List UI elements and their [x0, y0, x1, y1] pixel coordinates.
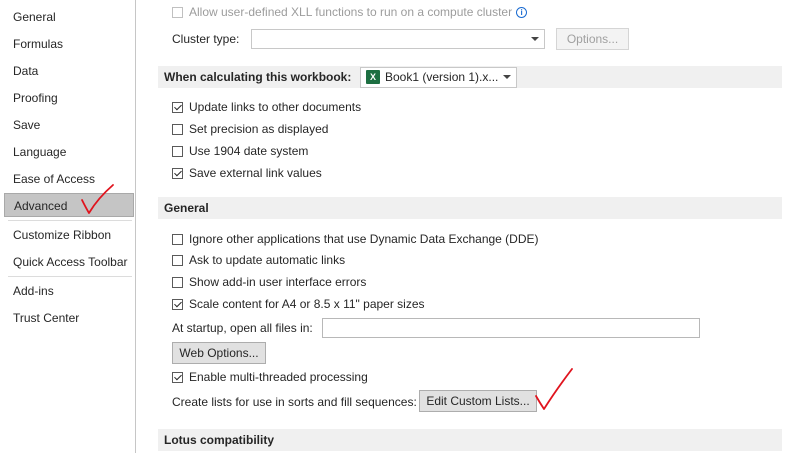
web-options-button[interactable]: Web Options...	[172, 342, 266, 364]
ignore-dde-checkbox[interactable]	[172, 233, 183, 245]
ask-update-links-label: Ask to update automatic links	[189, 253, 346, 267]
addin-errors-label: Show add-in user interface errors	[189, 275, 367, 289]
xll-cluster-label: Allow user-defined XLL functions to run …	[189, 5, 513, 19]
sidebar-item-proofing[interactable]: Proofing	[4, 86, 134, 110]
calc-section-title: When calculating this workbook:	[164, 70, 352, 84]
scale-content-label: Scale content for A4 or 8.5 x 11" paper …	[189, 297, 425, 311]
update-links-option[interactable]: Update links to other documents	[172, 98, 361, 116]
options-sidebar: General Formulas Data Proofing Save Lang…	[0, 0, 136, 453]
sidebar-item-general[interactable]: General	[4, 5, 134, 29]
sidebar-item-language[interactable]: Language	[4, 140, 134, 164]
ignore-dde-label: Ignore other applications that use Dynam…	[189, 232, 539, 246]
save-external-links-label: Save external link values	[189, 166, 322, 180]
ask-update-links-option[interactable]: Ask to update automatic links	[172, 251, 345, 269]
sidebar-item-add-ins[interactable]: Add-ins	[4, 279, 134, 303]
sidebar-divider	[8, 220, 132, 221]
sidebar-item-customize-ribbon[interactable]: Customize Ribbon	[4, 223, 134, 247]
sidebar-divider	[8, 276, 132, 277]
sidebar-item-save[interactable]: Save	[4, 113, 134, 137]
ignore-dde-option[interactable]: Ignore other applications that use Dynam…	[172, 230, 539, 248]
multithread-checkbox[interactable]	[172, 371, 183, 383]
chevron-down-icon	[503, 75, 511, 79]
sidebar-item-quick-access-toolbar[interactable]: Quick Access Toolbar	[4, 250, 134, 274]
xll-cluster-checkbox[interactable]	[172, 6, 183, 18]
general-section-title: General	[164, 201, 209, 215]
save-external-links-checkbox[interactable]	[172, 167, 183, 179]
sidebar-item-formulas[interactable]: Formulas	[4, 32, 134, 56]
workbook-select-value: Book1 (version 1).x...	[385, 70, 499, 84]
chevron-down-icon	[531, 37, 539, 41]
date-1904-option[interactable]: Use 1904 date system	[172, 142, 308, 160]
update-links-checkbox[interactable]	[172, 101, 183, 113]
red-check-annotation-icon	[81, 184, 114, 214]
general-section-header: General	[158, 197, 782, 219]
red-check-annotation-icon	[535, 368, 573, 410]
multithread-option[interactable]: Enable multi-threaded processing	[172, 368, 368, 386]
date-1904-label: Use 1904 date system	[189, 144, 309, 158]
scale-content-option[interactable]: Scale content for A4 or 8.5 x 11" paper …	[172, 295, 425, 313]
content-scroll-track[interactable]	[137, 0, 145, 453]
date-1904-checkbox[interactable]	[172, 145, 183, 157]
workbook-select[interactable]: X Book1 (version 1).x...	[360, 67, 517, 88]
sidebar-item-data[interactable]: Data	[4, 59, 134, 83]
ask-update-links-checkbox[interactable]	[172, 254, 183, 266]
startup-folder-label: At startup, open all files in:	[172, 321, 313, 335]
lotus-section-header: Lotus compatibility	[158, 429, 782, 451]
xll-cluster-option[interactable]: Allow user-defined XLL functions to run …	[172, 3, 528, 21]
sidebar-item-trust-center[interactable]: Trust Center	[4, 306, 134, 330]
custom-lists-label: Create lists for use in sorts and fill s…	[172, 395, 417, 409]
scale-content-checkbox[interactable]	[172, 298, 183, 310]
cluster-type-label: Cluster type:	[172, 32, 240, 46]
lotus-section-title: Lotus compatibility	[164, 433, 275, 447]
set-precision-option[interactable]: Set precision as displayed	[172, 120, 328, 138]
excel-icon: X	[366, 70, 380, 84]
edit-custom-lists-button[interactable]: Edit Custom Lists...	[419, 390, 537, 412]
multithread-label: Enable multi-threaded processing	[189, 370, 368, 384]
addin-errors-checkbox[interactable]	[172, 276, 183, 288]
set-precision-label: Set precision as displayed	[189, 122, 329, 136]
set-precision-checkbox[interactable]	[172, 123, 183, 135]
save-external-links-option[interactable]: Save external link values	[172, 164, 322, 182]
startup-folder-input[interactable]	[322, 318, 700, 338]
info-icon[interactable]: i	[516, 6, 528, 18]
cluster-options-button[interactable]: Options...	[556, 28, 629, 50]
addin-errors-option[interactable]: Show add-in user interface errors	[172, 273, 366, 291]
update-links-label: Update links to other documents	[189, 100, 362, 114]
cluster-type-select[interactable]	[251, 29, 545, 49]
